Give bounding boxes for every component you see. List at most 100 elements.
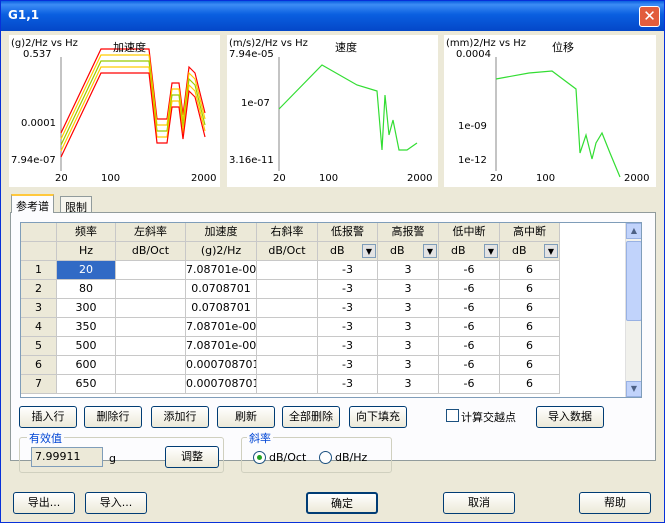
column-header[interactable]: 左斜率 [116,223,186,242]
table-cell-hi[interactable]: 6 [500,261,560,280]
export-button[interactable]: 导出... [13,492,75,514]
table-cell-acc[interactable]: 7.08701e-006 [186,261,257,280]
scroll-up-icon[interactable]: ▲ [626,223,641,239]
table-cell-acc[interactable]: 0.0708701 [186,299,257,318]
column-header[interactable]: 高中断 [500,223,560,242]
add-row-button[interactable]: 添加行 [151,406,209,428]
table-cell-right[interactable] [257,356,318,375]
table-cell-ha[interactable]: 3 [378,375,439,394]
table-cell-freq[interactable]: 300 [57,299,116,318]
table-cell-li[interactable]: -6 [439,299,500,318]
column-header[interactable]: 低中断 [439,223,500,242]
import-button[interactable]: 导入... [85,492,147,514]
row-header[interactable]: 6 [21,356,57,375]
table-cell-acc[interactable]: 7.08701e-006 [186,337,257,356]
title-bar[interactable]: G1,1 ✕ [1,1,664,31]
table-cell-left[interactable] [116,299,186,318]
table-cell-li[interactable]: -6 [439,337,500,356]
column-header[interactable]: 加速度 [186,223,257,242]
adjust-button[interactable]: 调整 [165,446,219,468]
table-cell-ha[interactable]: 3 [378,299,439,318]
column-header[interactable]: 频率 [57,223,116,242]
column-unit[interactable]: dB ▼ [318,242,378,261]
table-cell-li[interactable]: -6 [439,356,500,375]
chevron-down-icon[interactable]: ▼ [544,244,558,258]
insert-row-button[interactable]: 插入行 [19,406,77,428]
refresh-button[interactable]: 刷新 [217,406,275,428]
table-cell-hi[interactable]: 6 [500,337,560,356]
close-button[interactable]: ✕ [639,6,660,27]
table-cell-right[interactable] [257,337,318,356]
table-cell-acc[interactable]: 0.0708701 [186,280,257,299]
table-cell-la[interactable]: -3 [318,337,378,356]
row-header[interactable]: 7 [21,375,57,394]
table-cell-la[interactable]: -3 [318,375,378,394]
table-cell-right[interactable] [257,318,318,337]
scroll-thumb[interactable] [626,241,641,321]
compute-cross-checkbox[interactable] [446,409,459,422]
column-header[interactable]: 高报警 [378,223,439,242]
column-unit[interactable]: dB ▼ [500,242,560,261]
column-header[interactable]: 右斜率 [257,223,318,242]
help-button[interactable]: 帮助 [579,492,651,514]
ok-button[interactable]: 确定 [306,492,378,514]
table-cell-ha[interactable]: 3 [378,356,439,375]
table-cell-li[interactable]: -6 [439,375,500,394]
cancel-button[interactable]: 取消 [443,492,515,514]
column-unit[interactable]: dB ▼ [378,242,439,261]
table-cell-left[interactable] [116,261,186,280]
table-cell-li[interactable]: -6 [439,280,500,299]
row-header[interactable]: 3 [21,299,57,318]
table-cell-hi[interactable]: 6 [500,375,560,394]
table-cell-left[interactable] [116,280,186,299]
import-data-button[interactable]: 导入数据 [536,406,604,428]
table-cell-freq[interactable]: 350 [57,318,116,337]
column-header[interactable]: 低报警 [318,223,378,242]
table-cell-freq[interactable]: 650 [57,375,116,394]
table-cell-la[interactable]: -3 [318,356,378,375]
table-cell-ha[interactable]: 3 [378,261,439,280]
table-cell-freq[interactable]: 80 [57,280,116,299]
table-cell-hi[interactable]: 6 [500,318,560,337]
table-cell-li[interactable]: -6 [439,318,500,337]
table-cell-la[interactable]: -3 [318,280,378,299]
delete-all-button[interactable]: 全部删除 [282,406,340,428]
table-cell-left[interactable] [116,318,186,337]
table-cell-la[interactable]: -3 [318,318,378,337]
table-cell-hi[interactable]: 6 [500,299,560,318]
table-vertical-scrollbar[interactable]: ▲ ▼ [625,223,641,397]
table-cell-ha[interactable]: 3 [378,318,439,337]
column-unit[interactable]: dB ▼ [439,242,500,261]
table-cell-left[interactable] [116,375,186,394]
chevron-down-icon[interactable]: ▼ [423,244,437,258]
tab-reference-spectrum[interactable]: 参考谱 [11,194,54,213]
table-cell-freq[interactable]: 600 [57,356,116,375]
table-cell-li[interactable]: -6 [439,261,500,280]
fill-down-button[interactable]: 向下填充 [349,406,407,428]
table-cell-acc[interactable]: 7.08701e-006 [186,318,257,337]
table-cell-acc[interactable]: 0.000708701 [186,356,257,375]
table-cell-right[interactable] [257,261,318,280]
row-header[interactable]: 5 [21,337,57,356]
table-cell-freq[interactable]: 500 [57,337,116,356]
table-cell-freq[interactable]: 20 [57,261,116,280]
table-cell-right[interactable] [257,375,318,394]
table-cell-left[interactable] [116,337,186,356]
table-cell-right[interactable] [257,280,318,299]
table-cell-la[interactable]: -3 [318,299,378,318]
table-cell-ha[interactable]: 3 [378,337,439,356]
row-header[interactable]: 2 [21,280,57,299]
row-header[interactable]: 4 [21,318,57,337]
tab-limits[interactable]: 限制 [60,196,92,214]
chevron-down-icon[interactable]: ▼ [362,244,376,258]
slope-dbhz-radio[interactable] [319,451,332,464]
table-cell-hi[interactable]: 6 [500,356,560,375]
scroll-down-icon[interactable]: ▼ [626,381,641,397]
delete-row-button[interactable]: 删除行 [84,406,142,428]
row-header[interactable]: 1 [21,261,57,280]
table-cell-acc[interactable]: 0.000708701 [186,375,257,394]
table-cell-la[interactable]: -3 [318,261,378,280]
table-cell-ha[interactable]: 3 [378,280,439,299]
table-cell-left[interactable] [116,356,186,375]
chevron-down-icon[interactable]: ▼ [484,244,498,258]
